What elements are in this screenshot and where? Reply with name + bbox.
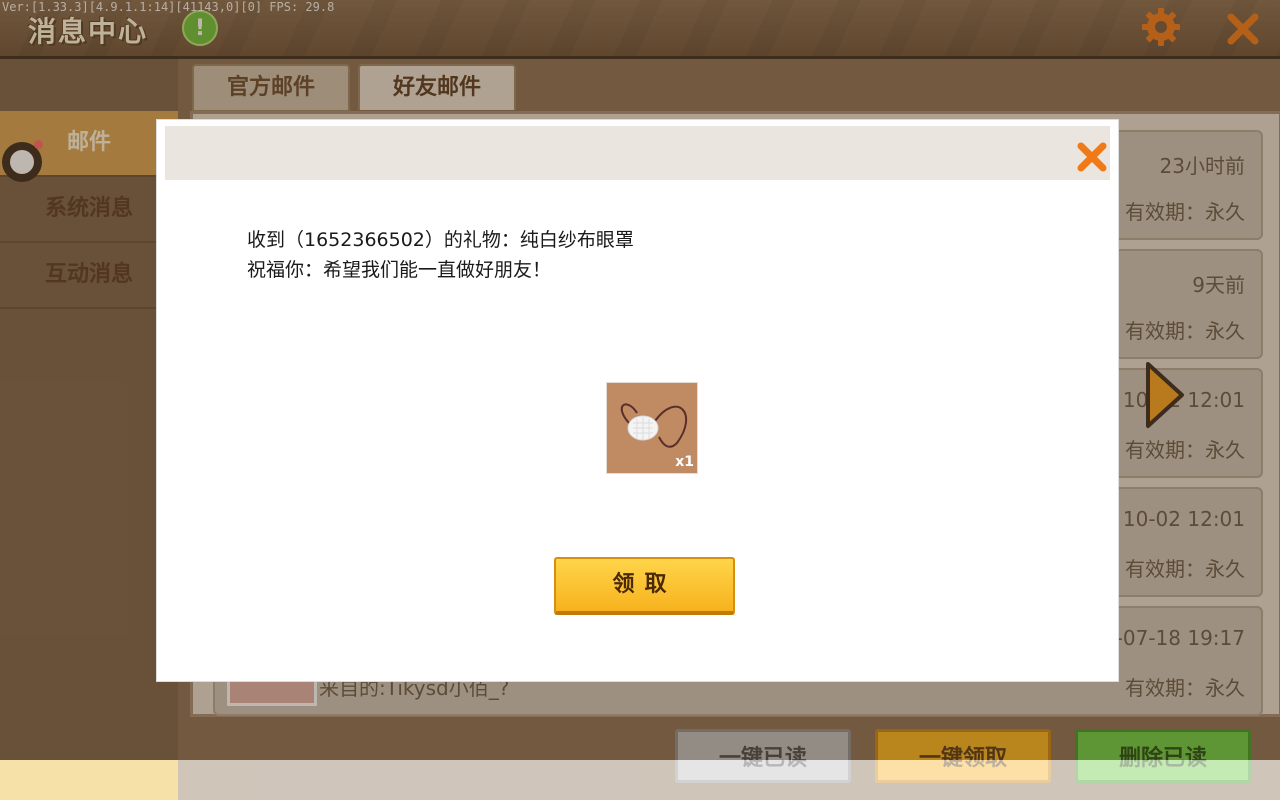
dialog-header — [165, 126, 1110, 180]
gift-blessing: 祝福你：希望我们能一直做好朋友！ — [247, 259, 552, 281]
gift-quantity: x1 — [675, 454, 694, 470]
close-icon[interactable] — [1075, 140, 1109, 174]
bottom-shade — [178, 760, 1280, 800]
sidebar-footer — [0, 760, 178, 800]
gift-dialog: 收到（1652366502）的礼物：纯白纱布眼罩 祝福你：希望我们能一直做好朋友… — [157, 120, 1118, 681]
gift-message: 收到（1652366502）的礼物：纯白纱布眼罩 — [247, 229, 634, 251]
claim-button[interactable]: 领取 — [554, 557, 735, 615]
gift-item-slot[interactable]: x1 — [606, 382, 698, 474]
